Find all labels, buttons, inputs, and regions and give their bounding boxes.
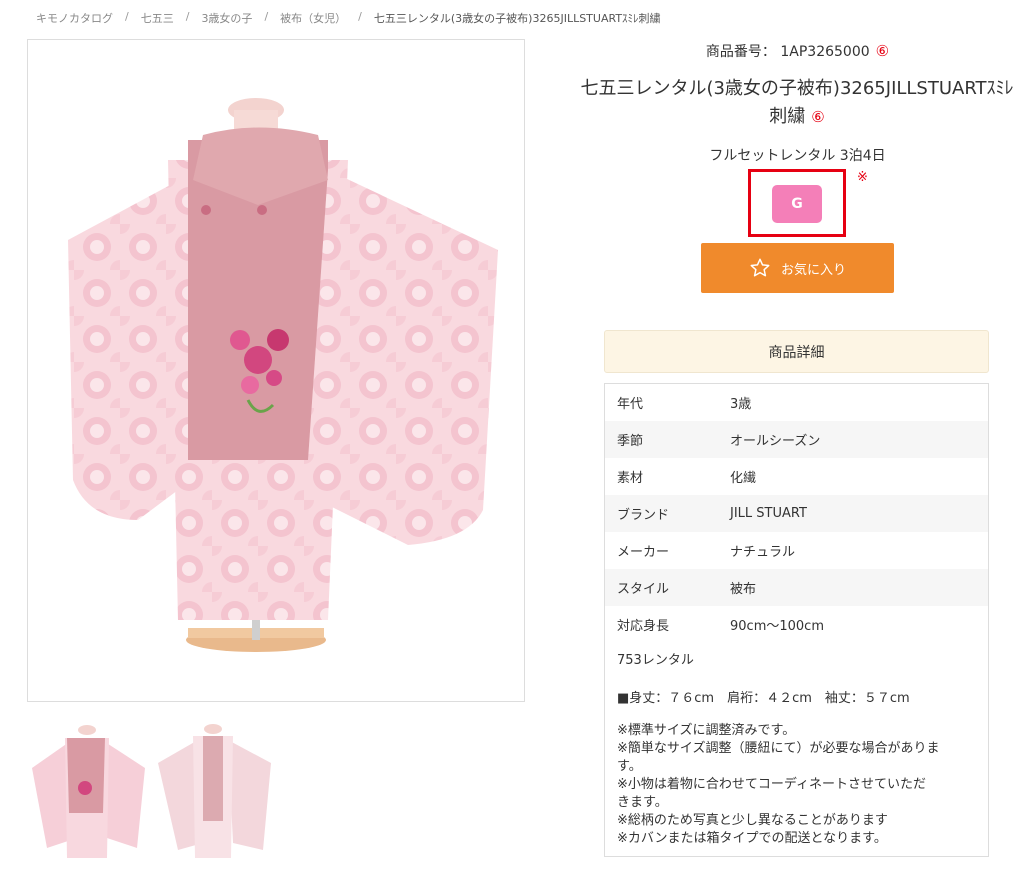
detail-header: 商品詳細 [604,330,989,373]
spec-value: ナチュラル [730,545,796,560]
spec-table: 年代 3歳 季節 オールシーズン 素材 化繊 ブランド JILL STUART … [604,383,989,857]
circle-mark: ⑥ [811,108,825,126]
product-title: 七五三レンタル(3歳女の子被布)3265JILLSTUARTｽﾐﾚ 刺繍 ⑥ [571,75,1023,131]
product-code: 商品番号： 1AP3265000 ⑥ [575,41,1020,61]
breadcrumb-separator: / [264,10,269,23]
note-mark: ※ [857,170,868,185]
product-title-line2: 刺繍 [769,106,806,127]
caution-line: ※総柄のため写真と少し異なることがあります [617,813,888,828]
spec-label: メーカー [617,545,670,560]
size-text: ■身丈：７６cm 肩裄：４２cm 袖丈：５７cm [617,691,910,706]
star-icon [750,258,770,277]
spec-label: スタイル [617,582,670,597]
caution-line: ※カバンまたは箱タイプでの配送となります。 [617,831,887,846]
breadcrumb-current: 七五三レンタル(3歳女の子被布)3265JILLSTUARTｽﾐﾚ刺繍 [373,12,661,25]
breadcrumb-link-shichigosan[interactable]: 七五三 [141,10,174,26]
spec-row: ブランド JILL STUART [605,495,988,532]
spec-value: オールシーズン [730,434,821,449]
caution-line: きます。 [617,795,668,810]
caution-line: す。 [617,759,642,774]
spec-value: 化繊 [730,471,757,486]
kimono-front-illustration [68,98,498,652]
spec-row: 素材 化繊 [605,458,988,495]
spec-row: 対応身長 90cm～100cm [605,606,988,643]
spec-label: 年代 [617,397,644,412]
spec-value: JILL STUART [730,506,807,521]
caution-line: ※簡単なサイズ調整（腰紐にて）が必要な場合がありま [617,741,940,756]
breadcrumb-separator: / [125,10,129,23]
spec-row: 年代 3歳 [605,384,988,421]
caution-list: ※標準サイズに調整済みです。 ※簡単なサイズ調整（腰紐にて）が必要な場合がありま… [617,722,976,848]
rental-type: フルセットレンタル 3泊4日 [709,148,886,164]
breadcrumb-separator: / [358,10,362,23]
product-title-line1: 七五三レンタル(3歳女の子被布)3265JILLSTUARTｽﾐﾚ [580,78,1014,99]
thumbnail-front[interactable] [27,718,147,866]
spec-row: スタイル 被布 [605,569,988,606]
favorite-button-label: お気に入り [780,262,846,278]
spec-row: 季節 オールシーズン [605,421,988,458]
breadcrumb: キモノカタログ / 七五三 / 3歳女の子 / 被布（女児） / 七五三レンタル… [36,10,661,26]
spec-label: 対応身長 [617,619,670,634]
breadcrumb-link-hifu[interactable]: 被布（女児） [280,10,346,26]
product-notes: 753レンタル ■身丈：７６cm 肩裄：４２cm 袖丈：５７cm ※標準サイズに… [605,643,988,856]
circle-mark: ⑥ [875,42,890,60]
spec-row: メーカー ナチュラル [605,532,988,569]
spec-label: ブランド [617,508,670,523]
spec-label: 素材 [617,471,644,486]
main-product-image[interactable] [27,39,525,702]
breadcrumb-link-3yo-girl[interactable]: 3歳女の子 [201,10,252,26]
thumbnail-back[interactable] [153,718,273,866]
thumbnail-list [27,718,273,866]
grade-badge: G [772,185,822,223]
grade-highlight-box: G [748,169,846,237]
spec-value: 90cm～100cm [730,619,824,634]
caution-line: ※小物は着物に合わせてコーディネートさせていただ [617,777,926,792]
spec-value: 3歳 [730,397,752,412]
spec-value: 被布 [730,582,757,597]
breadcrumb-separator: / [185,10,190,23]
product-code-label: 商品番号： [705,44,776,60]
spec-label: 季節 [617,434,644,449]
model-text: 753レンタル [617,653,694,668]
breadcrumb-link-kimono-catalog[interactable]: キモノカタログ [36,10,113,26]
caution-line: ※標準サイズに調整済みです。 [617,723,796,738]
favorite-button[interactable]: お気に入り [701,243,894,293]
product-code-value: 1AP3265000 [780,44,870,60]
